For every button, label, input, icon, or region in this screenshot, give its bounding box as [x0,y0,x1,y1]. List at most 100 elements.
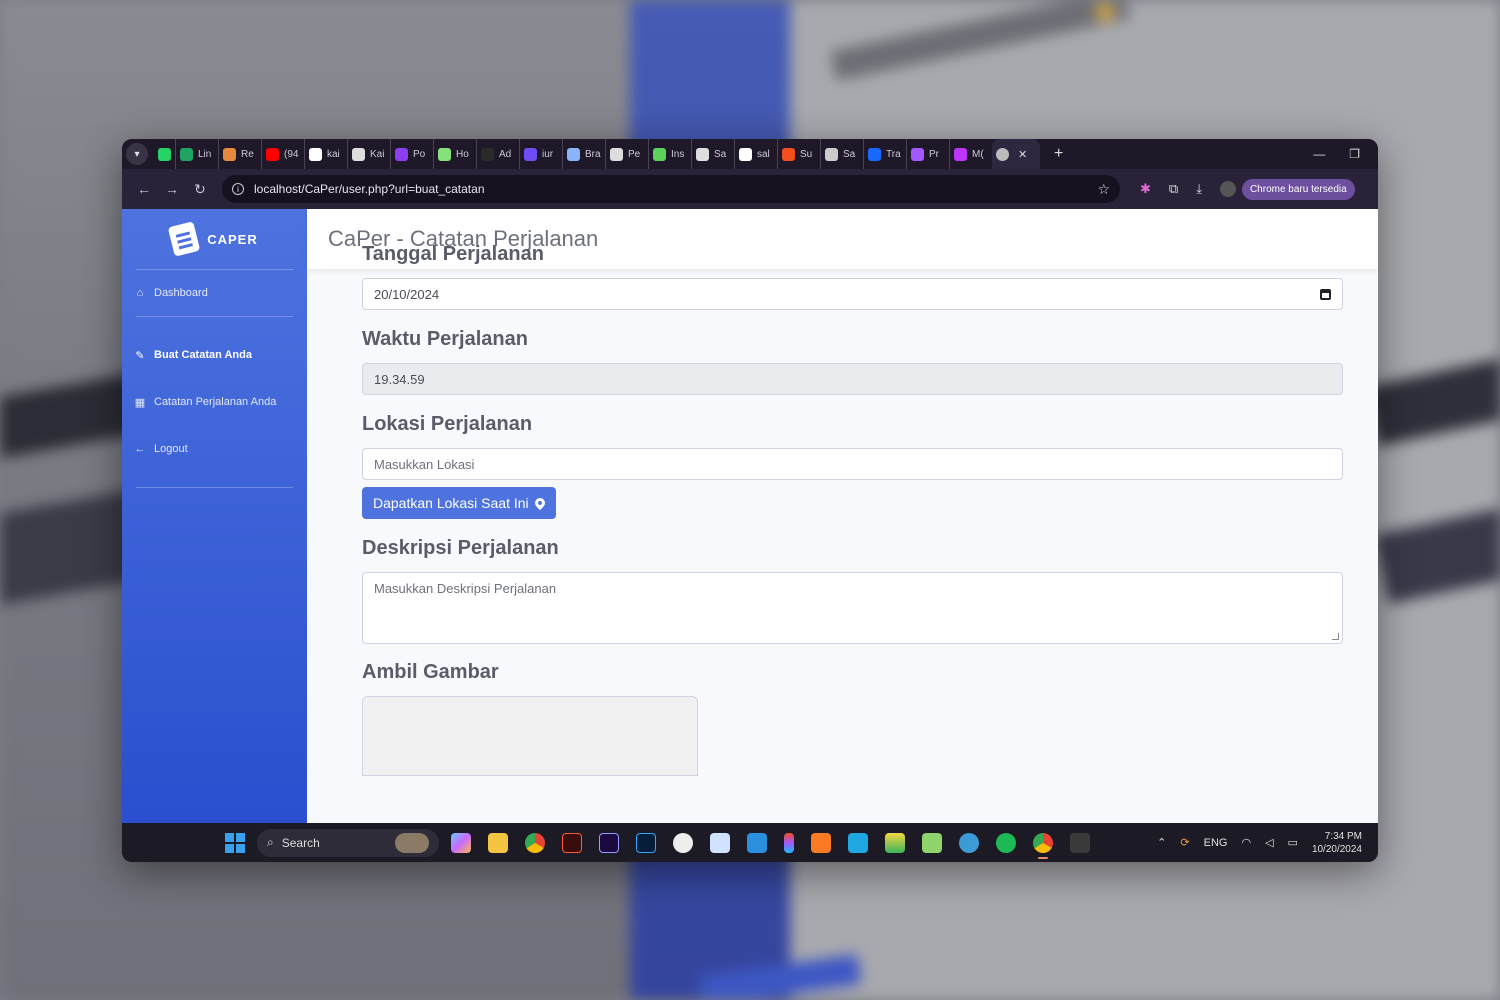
calendar-icon[interactable] [1320,288,1331,300]
clock-time: 7:34 PM [1324,830,1362,842]
tab-7[interactable]: Ho [434,139,477,169]
tab-16[interactable]: Sa [821,139,864,169]
windows-start-icon[interactable] [225,832,245,853]
ie-app-icon[interactable] [959,832,979,853]
restore-button[interactable]: ❐ [1349,147,1360,161]
photoshop-icon[interactable] [636,832,656,853]
language-indicator[interactable]: ENG [1204,837,1228,849]
sidebar-item-dashboard[interactable]: ⌂ Dashboard [122,270,307,316]
battery-icon[interactable]: ▭ [1288,836,1298,849]
browser-window: ▾ Lin Re (94 kai Kai Po Ho Ad iur Bra Pe Ins Sa sal Su… [122,139,1378,862]
sidebar-item-logout[interactable]: ← Logout [122,411,307,487]
profile-avatar[interactable] [1219,181,1236,197]
chrome-active-icon[interactable] [1033,832,1053,859]
extension-icon[interactable]: ✱ [1140,181,1151,197]
layers-app-icon[interactable] [885,832,905,853]
tab-10[interactable]: Bra [563,139,606,169]
get-location-button[interactable]: Dapatkan Lokasi Saat Ini [362,487,556,519]
tab-label: Po [413,148,426,160]
tab-4[interactable]: kai [305,139,348,169]
tab-9[interactable]: iur [520,139,563,169]
sidebar-item-label: Buat Catatan Anda [154,349,252,361]
volume-icon[interactable]: ◁ [1265,836,1273,849]
xampp-icon[interactable] [811,832,831,853]
location-input[interactable]: Masukkan Lokasi [362,448,1343,480]
tab-search-button[interactable]: ▾ [126,143,148,165]
taskbar-search[interactable]: ⌕ Search [257,828,439,857]
mysql-workbench-icon[interactable] [848,832,868,853]
tab-12[interactable]: Ins [649,139,692,169]
tab-label: Tra [886,148,901,160]
description-textarea[interactable]: Masukkan Deskripsi Perjalanan [362,572,1343,644]
premiere-icon[interactable] [599,832,619,853]
file-explorer-icon[interactable] [488,832,508,853]
tab-0[interactable] [154,139,176,169]
cube-app-icon[interactable] [710,832,730,853]
forward-button[interactable]: → [158,181,186,197]
tab-8[interactable]: Ad [477,139,520,169]
chrome-update-pill[interactable]: Chrome baru tersedia [1241,178,1355,200]
minimize-button[interactable]: — [1313,147,1325,161]
sidebar-item-catatan-perjalanan[interactable]: ▦ Catatan Perjalanan Anda [122,393,307,411]
tab-label: Bra [585,148,601,160]
puzzle-icon[interactable]: ⧉ [1169,181,1178,197]
tab-3[interactable]: (94 [262,139,305,169]
sidebar-brand[interactable]: CAPER [122,209,307,269]
download-icon[interactable]: ⤓ [1196,181,1202,197]
location-label: Lokasi Perjalanan [362,413,533,435]
chevron-up-icon[interactable]: ⌃ [1157,836,1166,849]
travel-note-form: Tanggal Perjalanan 20/10/2024 Waktu Perj… [362,243,1343,776]
vscode-icon[interactable] [747,832,767,853]
resize-handle[interactable] [1332,633,1339,640]
copilot-icon[interactable] [451,832,471,853]
s-icon [395,147,408,161]
brackets-icon [524,147,537,161]
taskbar-apps [451,832,1090,859]
tab-label: Su [800,148,813,160]
tab-15[interactable]: Su [778,139,821,169]
date-label: Tanggal Perjalanan [362,243,544,265]
sync-icon[interactable]: ⟳ [1180,836,1189,849]
omnibox[interactable]: i localhost/CaPer/user.php?url=buat_cata… [222,175,1120,203]
camera-preview[interactable] [362,696,698,776]
tab-5[interactable]: Kai [348,139,391,169]
tab-13[interactable]: Sa [692,139,735,169]
main-content: CaPer - Catatan Perjalanan Tanggal Perja… [307,209,1378,823]
sidebar-item-label: Dashboard [154,287,208,299]
tab-active[interactable]: ✕ [992,139,1040,169]
smiley-app-icon[interactable] [673,832,693,853]
tab-19[interactable]: M( [950,139,992,169]
sidebar-item-buat-catatan[interactable]: ✎ Buat Catatan Anda [122,317,307,393]
time-input: 19.34.59 [362,363,1343,395]
tab-label: Ad [499,148,512,160]
clock[interactable]: 7:34 PM 10/20/2024 [1312,830,1362,856]
tab-2[interactable]: Re [219,139,262,169]
site-info-icon[interactable]: i [232,183,244,195]
tab-1[interactable]: Lin [176,139,219,169]
github-icon [739,147,752,161]
tab-17[interactable]: Tra [864,139,907,169]
wifi-icon[interactable]: ◠ [1241,836,1251,849]
new-tab-button[interactable]: + [1054,145,1063,163]
back-button[interactable]: ← [130,181,158,197]
chrome-icon[interactable] [525,832,545,853]
close-tab-icon[interactable]: ✕ [1018,148,1027,161]
date-input[interactable]: 20/10/2024 [362,278,1343,310]
reload-button[interactable]: ↻ [186,181,214,198]
tab-18[interactable]: Pr [907,139,950,169]
notepad-app-icon[interactable] [922,832,942,853]
bookmark-star-icon[interactable]: ☆ [1097,181,1110,198]
tab-6[interactable]: Po [391,139,434,169]
tab-label: Pr [929,148,939,160]
tab-14[interactable]: sal [735,139,778,169]
sheets-icon [180,147,193,161]
figma-icon[interactable] [784,832,794,853]
brave-icon [567,147,580,161]
spotify-icon[interactable] [996,832,1016,853]
tab-11[interactable]: Pe [606,139,649,169]
animate-icon[interactable] [562,832,582,853]
time-value: 19.34.59 [374,371,425,387]
clover-icon [653,147,666,161]
terminal-icon[interactable] [1070,832,1090,853]
tab-label: sal [757,148,770,160]
